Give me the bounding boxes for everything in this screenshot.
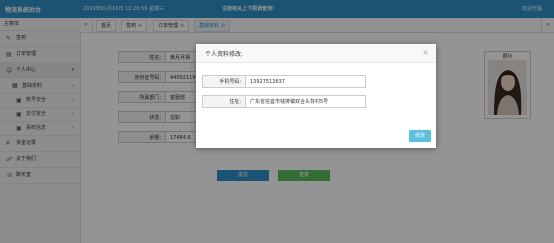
dialog-header: 个人资料修改: ×: [196, 44, 436, 63]
phone-label: 手机号码:: [202, 75, 246, 88]
phone-row: 手机号码: 13927512637: [202, 75, 366, 88]
address-input[interactable]: 广东省信宜市钱排镇双合头背村5号: [246, 95, 366, 108]
close-icon[interactable]: ×: [422, 48, 429, 57]
dialog-title: 个人资料修改:: [205, 51, 244, 58]
address-label: 住址:: [202, 95, 246, 108]
address-row: 住址: 广东省信宜市钱排镇双合头背村5号: [202, 95, 366, 108]
phone-input[interactable]: 13927512637: [246, 75, 366, 88]
modify-button[interactable]: 修改: [409, 130, 431, 142]
edit-profile-dialog: 个人资料修改: × 手机号码: 13927512637 住址: 广东省信宜市钱排…: [196, 44, 436, 148]
